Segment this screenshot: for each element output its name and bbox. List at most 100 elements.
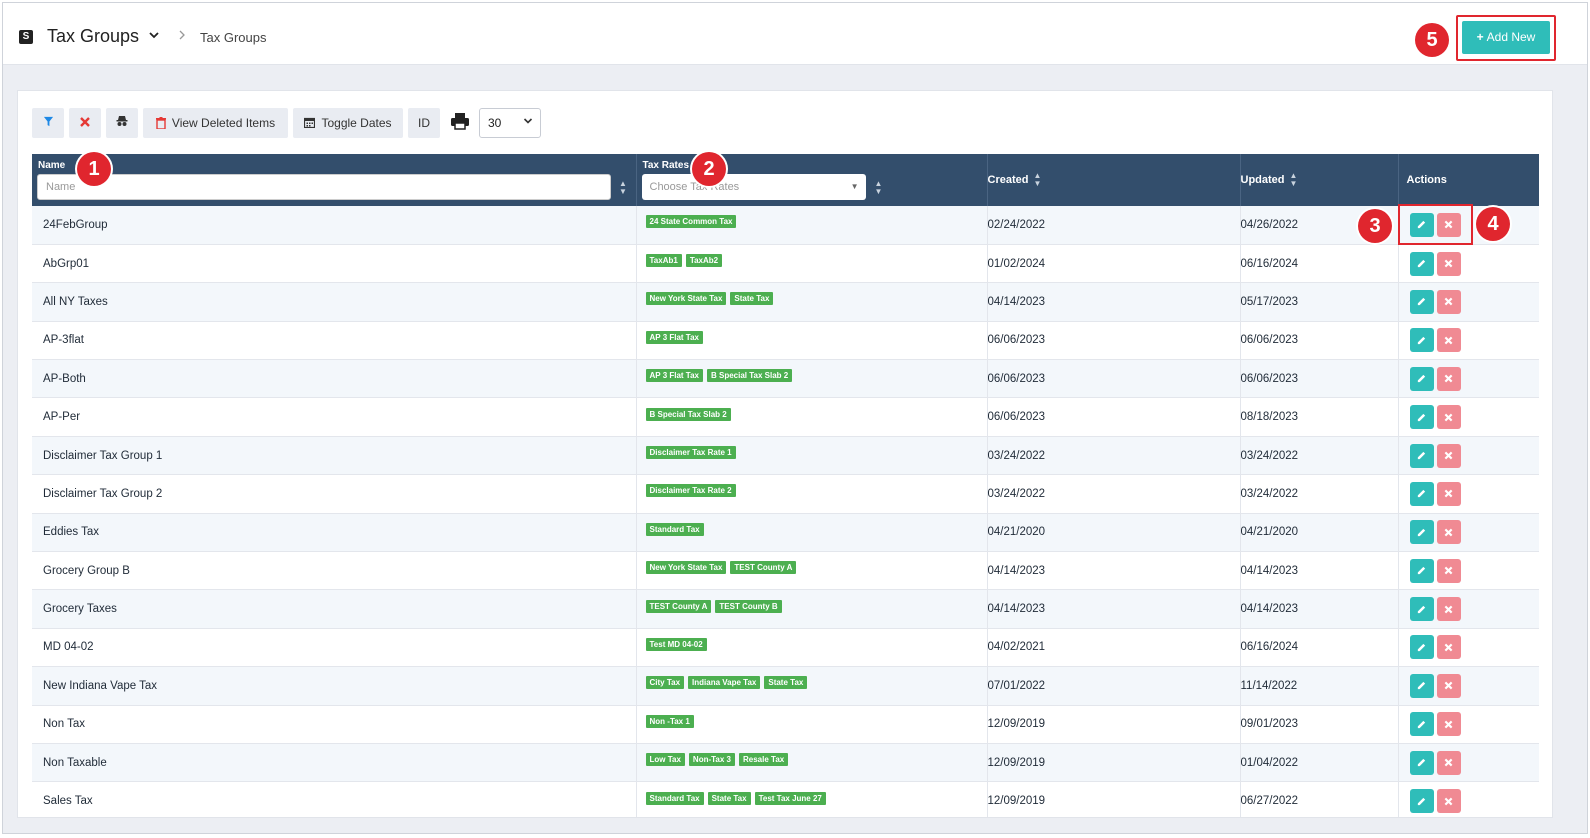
row-updated: 04/21/2020 [1240, 513, 1399, 552]
delete-button[interactable] [1436, 750, 1461, 775]
calendar-icon [304, 108, 316, 138]
pencil-icon [1416, 258, 1427, 270]
tax-rate-tag: New York State Tax [645, 292, 727, 306]
table-row[interactable]: AP-3flat AP 3 Flat Tax 06/06/2023 06/06/202… [32, 321, 1539, 360]
sort-icon[interactable]: ▲ ▼ [619, 180, 627, 196]
table-row[interactable]: Non Tax Non -Tax 1 12/09/2019 09/01/2023 [32, 705, 1539, 744]
row-tax-rates: AP 3 Flat Tax [636, 321, 988, 360]
delete-button[interactable] [1436, 558, 1461, 583]
print-icon[interactable] [450, 111, 472, 135]
view-deleted-label: View Deleted Items [171, 116, 276, 130]
delete-button[interactable] [1436, 328, 1461, 353]
row-created: 03/24/2022 [987, 474, 1241, 514]
edit-button[interactable] [1409, 443, 1434, 468]
edit-button[interactable] [1409, 597, 1434, 622]
delete-button[interactable] [1436, 597, 1461, 622]
table-row[interactable]: Sales Tax Standard Tax State Tax Test Tax J… [32, 781, 1539, 817]
toggle-dates-label: Toggle Dates [321, 116, 392, 130]
row-actions [1398, 244, 1539, 282]
edit-button[interactable] [1409, 635, 1434, 660]
table-row[interactable]: MD 04-02 Test MD 04-02 04/02/2021 06/16/202… [32, 628, 1539, 667]
delete-button[interactable] [1436, 289, 1461, 314]
row-created: 01/02/2024 [987, 244, 1241, 283]
edit-button[interactable] [1409, 481, 1434, 506]
delete-button[interactable] [1436, 251, 1461, 276]
delete-button[interactable] [1436, 405, 1461, 430]
table-row[interactable]: Disclaimer Tax Group 2 Disclaimer Tax Rat… [32, 474, 1539, 514]
close-icon [1444, 603, 1453, 615]
filter-button[interactable] [32, 108, 64, 138]
row-updated: 09/01/2023 [1240, 705, 1399, 744]
tax-rate-tag: 24 State Common Tax [645, 215, 737, 229]
close-icon [1444, 680, 1453, 692]
delete-button[interactable] [1436, 520, 1461, 545]
app-frame: S Tax Groups Tax Groups + Add New View D… [2, 2, 1588, 834]
table-row[interactable]: Grocery Group B New York State Tax TEST Co… [32, 551, 1539, 590]
delete-button[interactable] [1436, 673, 1461, 698]
row-name: 24FebGroup [32, 206, 637, 245]
column-updated[interactable]: Updated ▲ ▼ [1240, 154, 1399, 206]
table-row[interactable]: All NY Taxes New York State Tax State Tax 0… [32, 282, 1539, 322]
name-filter-input[interactable]: Name [37, 174, 611, 200]
edit-button[interactable] [1409, 405, 1434, 430]
marker-3: 3 [1358, 209, 1392, 243]
row-updated: 04/14/2023 [1240, 551, 1399, 590]
row-tax-rates: Non -Tax 1 [636, 705, 988, 744]
table-row[interactable]: 24FebGroup 24 State Common Tax 02/24/2022 0… [32, 206, 1539, 245]
pencil-icon [1416, 450, 1427, 462]
table-row[interactable]: Eddies Tax Standard Tax 04/21/2020 04/21/20… [32, 513, 1539, 552]
page-title[interactable]: Tax Groups [47, 26, 139, 47]
toggle-dates-button[interactable]: Toggle Dates [293, 108, 403, 138]
edit-button[interactable] [1409, 520, 1434, 545]
table-row[interactable]: AP-Both AP 3 Flat Tax B Special Tax Slab 2… [32, 359, 1539, 398]
row-tax-rates: TaxAb1 TaxAb2 [636, 244, 988, 283]
delete-button[interactable] [1436, 635, 1461, 660]
delete-button[interactable] [1436, 481, 1461, 506]
table-row[interactable]: New Indiana Vape Tax City Tax Indiana Vape… [32, 666, 1539, 706]
row-created: 07/01/2022 [987, 666, 1241, 706]
row-updated: 08/18/2023 [1240, 397, 1399, 437]
delete-button[interactable] [1436, 712, 1461, 737]
close-icon [1444, 488, 1453, 500]
row-updated: 03/24/2022 [1240, 436, 1399, 475]
clear-filter-button[interactable] [69, 108, 101, 138]
edit-button[interactable] [1409, 558, 1434, 583]
table-row[interactable]: Grocery Taxes TEST County A TEST County B0… [32, 589, 1539, 629]
breadcrumb: Tax Groups [200, 30, 267, 45]
pencil-icon [1416, 565, 1427, 577]
edit-button[interactable] [1409, 673, 1434, 698]
view-deleted-items-button[interactable]: View Deleted Items [143, 108, 288, 138]
column-name-label: Name [38, 160, 66, 171]
close-icon [1444, 641, 1453, 653]
chevron-down-icon[interactable] [148, 29, 160, 44]
table-row[interactable]: Non Taxable Low Tax Non-Tax 3 Resale Tax 12/… [32, 743, 1539, 782]
tax-rates-filter-select[interactable]: Choose Tax Rates ▼ [641, 174, 866, 200]
incognito-button[interactable] [106, 108, 138, 138]
page-size-select[interactable]: 30 [479, 108, 541, 138]
edit-button[interactable] [1409, 366, 1434, 391]
add-new-button[interactable]: + Add New [1462, 21, 1550, 54]
edit-button[interactable] [1409, 750, 1434, 775]
row-created: 04/21/2020 [987, 513, 1241, 552]
table-row[interactable]: Disclaimer Tax Group 1 Disclaimer Tax Rat… [32, 436, 1539, 475]
delete-button[interactable] [1436, 366, 1461, 391]
close-icon [1444, 373, 1453, 385]
edit-button[interactable] [1409, 289, 1434, 314]
column-created-label: Created [987, 173, 1029, 186]
id-toggle-button[interactable]: ID [408, 108, 440, 138]
row-tax-rates: Low Tax Non-Tax 3 Resale Tax [636, 743, 988, 782]
edit-button[interactable] [1409, 789, 1434, 814]
row-created: 12/09/2019 [987, 781, 1241, 817]
edit-button[interactable] [1409, 712, 1434, 737]
table-row[interactable]: AP-Per B Special Tax Slab 2 06/06/2023 08/1… [32, 397, 1539, 437]
table-row[interactable]: AbGrp01 TaxAb1 TaxAb2 01/02/2024 06/16/2024 [32, 244, 1539, 283]
row-actions [1398, 667, 1539, 705]
delete-button[interactable] [1436, 443, 1461, 468]
delete-button[interactable] [1436, 789, 1461, 814]
edit-button[interactable] [1409, 251, 1434, 276]
tax-rate-tag: TEST County A [730, 561, 797, 575]
sort-icon[interactable]: ▲ ▼ [875, 180, 883, 196]
edit-button[interactable] [1409, 328, 1434, 353]
tax-rate-tag: Test Tax June 27 [754, 791, 826, 805]
column-created[interactable]: Created ▲ ▼ [987, 154, 1241, 206]
